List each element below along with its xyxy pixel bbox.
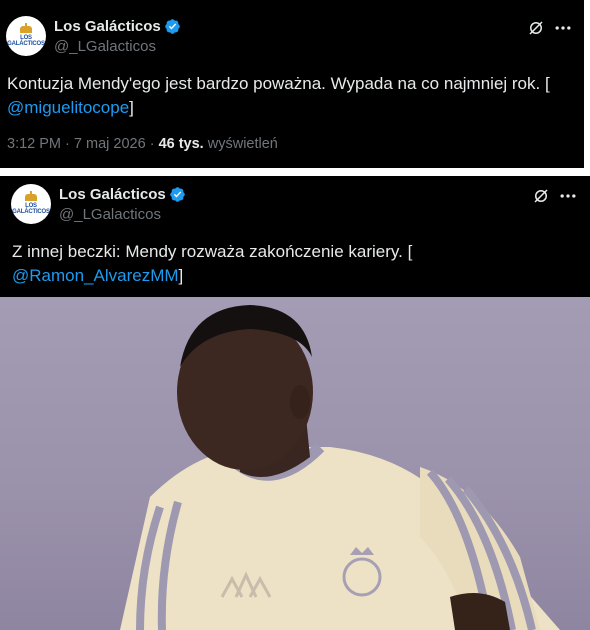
avatar-logo-text: GALÁCTICOS <box>7 40 45 47</box>
player-photo-illustration <box>120 305 560 630</box>
more-options-icon[interactable] <box>558 186 578 206</box>
avatar[interactable]: LOS GALÁCTICOS <box>6 16 46 56</box>
more-options-icon[interactable] <box>553 18 573 38</box>
verified-badge-icon <box>169 187 185 202</box>
crown-icon <box>25 190 37 201</box>
tweet-text-suffix: ] <box>129 98 134 117</box>
tweet-photo[interactable] <box>0 297 590 630</box>
author-name[interactable]: Los Galácticos <box>54 18 161 35</box>
avatar-logo-text: GALÁCTICOS <box>12 208 50 215</box>
views-label: wyświetleń <box>207 136 278 152</box>
author-row: Los Galácticos <box>54 18 181 35</box>
meta-separator: · <box>65 136 70 152</box>
author-handle[interactable]: @_LGalacticos <box>59 206 161 223</box>
verified-badge-icon <box>164 19 180 34</box>
tweet-text-suffix: ] <box>178 266 184 285</box>
grok-icon[interactable] <box>527 19 545 37</box>
avatar[interactable]: LOS GALÁCTICOS <box>11 184 51 224</box>
author-row: Los Galácticos <box>59 186 186 203</box>
tweet-text: Z innej beczki: Mendy rozważa zakończeni… <box>12 240 582 288</box>
meta-separator: · <box>149 136 155 152</box>
tweet-time[interactable]: 3:12 PM <box>7 136 61 152</box>
tweet-1[interactable]: LOS GALÁCTICOS Los Galácticos @_LGalacti… <box>0 0 584 168</box>
tweet-text-main: Kontuzja Mendy'ego jest bardzo poważna. … <box>7 74 550 93</box>
author-handle[interactable]: @_LGalacticos <box>54 38 156 55</box>
grok-icon[interactable] <box>532 187 550 205</box>
tweet-date[interactable]: 7 maj 2026 <box>74 136 146 152</box>
mention-link[interactable]: @miguelitocope <box>7 98 129 117</box>
views-count[interactable]: 46 tys. <box>159 136 204 152</box>
author-name[interactable]: Los Galácticos <box>59 186 166 203</box>
tweet-text: Kontuzja Mendy'ego jest bardzo poważna. … <box>7 72 577 120</box>
tweet-2[interactable]: LOS GALÁCTICOS Los Galácticos @_LGalacti… <box>0 176 590 630</box>
tweet-text-main: Z innej beczki: Mendy rozważa zakończeni… <box>12 242 413 261</box>
tweet-meta: 3:12 PM · 7 maj 2026 · 46 tys. wyświetle… <box>7 136 278 152</box>
mention-link[interactable]: @Ramon_AlvarezMM <box>12 266 179 285</box>
crown-icon <box>20 22 32 33</box>
